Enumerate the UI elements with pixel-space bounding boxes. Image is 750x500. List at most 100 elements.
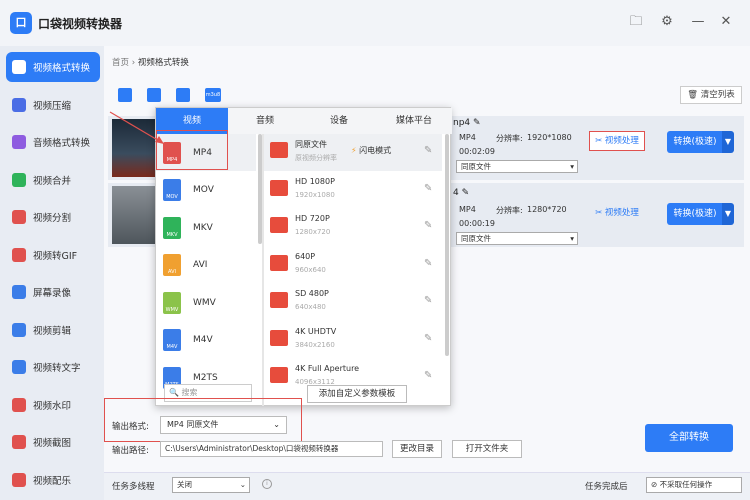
sidebar-item[interactable]: 视频配乐 — [6, 465, 100, 495]
after-task-select[interactable]: ⊘ 不采取任何操作 — [646, 477, 742, 493]
sidebar-item-label: 视频水印 — [33, 400, 72, 412]
sidebar-item-icon — [12, 60, 26, 74]
preset-scrollbar[interactable] — [445, 134, 449, 356]
close-icon[interactable]: ✕ — [716, 12, 736, 32]
edit-preset-icon[interactable]: ✎ — [424, 220, 432, 231]
convert-all-button[interactable]: 全部转换 — [645, 424, 733, 452]
film-icon — [270, 142, 288, 158]
preset-item[interactable]: SD 480P 640x480 ✎ — [264, 284, 442, 321]
tab-audio[interactable]: 音频 — [228, 108, 302, 134]
convert-dropdown[interactable]: ▼ — [722, 131, 734, 153]
format-item[interactable]: MOV MOV — [156, 172, 256, 209]
format-label: MKV — [193, 222, 213, 233]
format-item[interactable]: AVI AVI — [156, 247, 256, 284]
format-label: AVI — [193, 260, 208, 270]
edit-preset-icon[interactable]: ✎ — [424, 183, 432, 194]
flash-mode-label: 闪电模式 — [359, 146, 392, 155]
resolution-label: 分辨率: — [496, 206, 523, 215]
flash-mode-badge: ⚡ 闪电模式 — [351, 145, 391, 156]
add-folder-icon[interactable] — [147, 88, 161, 102]
preset-item[interactable]: 640P 960x640 ✎ — [264, 247, 442, 284]
edit-preset-icon[interactable]: ✎ — [424, 333, 432, 344]
open-folder-button[interactable]: 打开文件夹 — [452, 440, 522, 458]
preset-item[interactable]: HD 720P 1280x720 ✎ — [264, 209, 442, 246]
breadcrumb-home[interactable]: 首页 — [112, 58, 129, 68]
preset-title: 同原文件 — [295, 140, 327, 149]
sidebar-item[interactable]: 视频格式转换 — [6, 52, 100, 82]
video-edit-button[interactable]: ✂ 视频处理 — [589, 131, 645, 151]
preset-subtitle: 1920x1080 — [295, 190, 335, 199]
output-preset-select[interactable]: 同原文件 ▾ — [456, 232, 578, 245]
sidebar-item-label: 视频转文字 — [33, 363, 81, 374]
preset-item[interactable]: 同原文件原视频分辨率 ⚡ 闪电模式 ✎ — [264, 134, 442, 171]
format-label: M4V — [193, 335, 213, 345]
output-path-input[interactable]: C:\Users\Administrator\Desktop\口袋视频转换器 — [160, 441, 383, 457]
format-icon-label: MOV — [166, 194, 178, 200]
sidebar-item[interactable]: 视频分割 — [6, 202, 100, 232]
briefcase-icon[interactable] — [176, 88, 190, 102]
preset-item[interactable]: 4K UHDTV 3840x2160 ✎ — [264, 322, 442, 359]
edit-preset-icon[interactable]: ✎ — [424, 295, 432, 306]
format-item[interactable]: MKV MKV — [156, 209, 256, 246]
folder-icon[interactable]: 🗀 — [626, 12, 646, 32]
minimize-icon[interactable]: — — [688, 12, 708, 32]
preset-title: 640P — [295, 251, 316, 261]
output-format-select[interactable]: MP4 同原文件 ⌄ — [160, 416, 287, 434]
preset-subtitle: 960x640 — [295, 265, 326, 274]
sidebar-item[interactable]: 视频剪辑 — [6, 315, 100, 345]
video-edit-button[interactable]: ✂ 视频处理 — [589, 204, 645, 224]
sidebar-item[interactable]: 视频压缩 — [6, 90, 100, 120]
convert-dropdown[interactable]: ▼ — [722, 203, 734, 225]
file-duration: 00:02:09 — [459, 147, 495, 156]
preset-item[interactable]: HD 1080P 1920x1080 ✎ — [264, 172, 442, 209]
sidebar-item-icon — [12, 397, 26, 412]
preset-title: HD 720P — [295, 214, 330, 223]
clear-list-button[interactable]: 🗑 清空列表 — [680, 86, 742, 104]
sidebar-item-icon — [12, 472, 26, 487]
m3u8-icon[interactable]: m3u8 — [205, 88, 221, 102]
video-file-icon: AVI — [163, 254, 181, 276]
breadcrumb-separator: › — [131, 58, 136, 68]
output-path-label: 输出路径: — [112, 446, 149, 456]
sidebar-item[interactable]: 视频转文字 — [6, 352, 100, 382]
edit-preset-icon[interactable]: ✎ — [424, 258, 432, 269]
video-thumbnail — [112, 186, 157, 244]
tab-device[interactable]: 设备 — [302, 108, 376, 134]
sidebar-item[interactable]: 音频格式转换 — [6, 127, 100, 157]
tab-media-platform[interactable]: 媒体平台 — [376, 108, 452, 134]
add-custom-template-button[interactable]: 添加自定义参数模板 — [307, 385, 407, 403]
convert-button[interactable]: 转换(极速) — [667, 203, 723, 225]
change-directory-button[interactable]: 更改目录 — [392, 440, 442, 458]
sidebar-item-icon — [12, 247, 26, 262]
sidebar-item[interactable]: 视频转GIF — [6, 240, 100, 270]
film-icon — [270, 179, 288, 196]
gear-icon[interactable]: ⚙ — [657, 12, 677, 32]
sidebar-item-icon — [12, 135, 26, 149]
app-title: 口袋视频转换器 — [38, 17, 123, 31]
convert-button[interactable]: 转换(极速) — [667, 131, 723, 153]
format-icon-label: M4V — [166, 344, 178, 350]
file-format: MP4 — [459, 133, 476, 142]
output-preset-select[interactable]: 同原文件 ▾ — [456, 160, 578, 173]
preset-subtitle: 原视频分辨率 — [295, 154, 337, 162]
threads-select[interactable]: 关闭 ⌄ — [172, 477, 250, 493]
video-file-icon: MKV — [163, 216, 181, 239]
add-file-icon[interactable] — [118, 88, 132, 102]
sidebar-item[interactable]: 视频截图 — [6, 427, 100, 457]
format-icon-label: AVI — [168, 269, 176, 275]
preset-title: SD 480P — [295, 289, 329, 298]
breadcrumb: 首页 › 视频格式转换 — [112, 56, 189, 68]
format-item[interactable]: M4V M4V — [156, 322, 256, 359]
sidebar-item[interactable]: 视频合并 — [6, 165, 100, 195]
sidebar-item-label: 视频格式转换 — [33, 63, 91, 74]
info-icon[interactable]: i — [262, 479, 272, 489]
file-name: np4 ✎ — [453, 118, 481, 128]
film-icon — [270, 329, 288, 346]
format-label: M2TS — [193, 372, 218, 383]
sidebar-item[interactable]: 屏幕录像 — [6, 277, 100, 307]
edit-preset-icon[interactable]: ✎ — [424, 370, 432, 381]
edit-preset-icon[interactable]: ✎ — [424, 145, 432, 156]
format-item[interactable]: WMV WMV — [156, 284, 256, 321]
sidebar-item-icon — [12, 97, 26, 112]
sidebar-item[interactable]: 视频水印 — [6, 390, 100, 420]
